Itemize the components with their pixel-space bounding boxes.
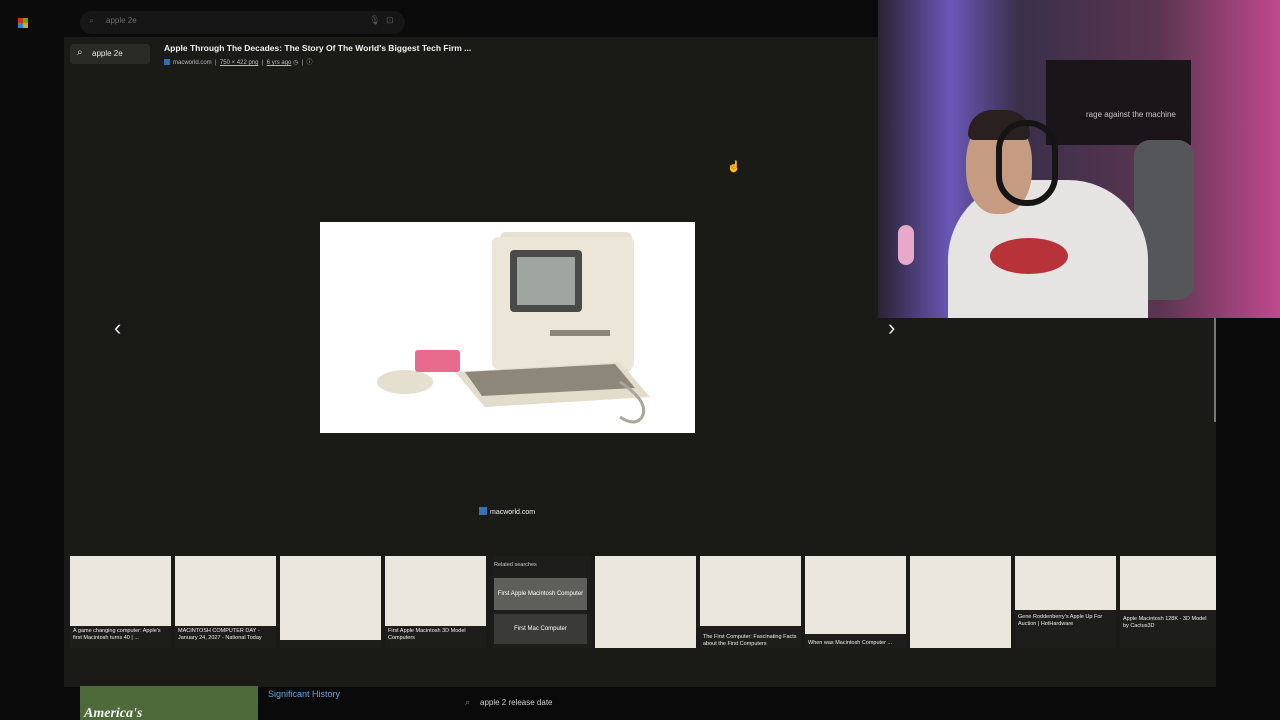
background-search-box[interactable]: ⌕ apple 2e 🎙 ⊡ (80, 11, 405, 34)
thumbnail[interactable]: Apple Macintosh 128K - 3D Model by Cactu… (1120, 556, 1216, 648)
wall-flag-text: rage against the machine (1086, 110, 1176, 119)
thumbnail[interactable]: MACINTOSH COMPUTER DAY - January 24, 202… (175, 556, 276, 648)
thumbnail[interactable]: When was Macintosh Computer ... (805, 556, 906, 648)
meta-age[interactable]: 6 yrs ago (267, 60, 292, 66)
image-meta: macworld.com | 750 × 422 png | 6 yrs ago… (164, 57, 313, 66)
thumbnail-image (70, 556, 171, 626)
thumbnail[interactable] (910, 556, 1011, 648)
background-topbar: ⌕ apple 2e 🎙 ⊡ (0, 0, 878, 40)
thumbnail-image (1015, 556, 1116, 610)
source-badge-label: macworld.com (490, 509, 536, 516)
wall-flag: rage against the machine (1046, 60, 1191, 145)
thumbnail-image (280, 556, 381, 640)
search-icon: ⌕ (89, 15, 95, 25)
related-query-link[interactable]: apple 2 release date (480, 698, 553, 707)
viewer-search-query: apple 2e (92, 49, 123, 58)
site-favicon-icon (479, 507, 487, 515)
webcam-overlay: rage against the machine (878, 0, 1280, 318)
thumbnail[interactable]: First Apple Macintosh 3D Model Computers (385, 556, 486, 648)
section-link[interactable]: Significant History (268, 689, 340, 699)
thumbnail[interactable]: The First Computer: Fascinating Facts ab… (700, 556, 801, 648)
thumbnail[interactable] (595, 556, 696, 648)
related-searches-panel: Related searches First Apple Macintosh C… (493, 556, 591, 648)
thumbnail-caption: MACINTOSH COMPUTER DAY - January 24, 202… (178, 628, 262, 641)
related-searches-header: Related searches (494, 562, 537, 568)
thumbnail-image (1120, 556, 1216, 610)
thumbnail[interactable] (280, 556, 381, 648)
related-search-item[interactable]: First Apple Macintosh Computer (494, 578, 587, 610)
thumbnail[interactable]: Gene Roddenberry's Apple Up For Auction … (1015, 556, 1116, 648)
thumbnail-caption: When was Macintosh Computer ... (808, 640, 893, 646)
history-icon: ◷ (293, 60, 299, 66)
microphone-icon[interactable]: 🎙 (369, 15, 380, 26)
thumbnail-image (805, 556, 906, 634)
info-icon[interactable]: ⓘ (307, 60, 313, 66)
background-image-text: America's (84, 706, 143, 720)
thumbnail-caption: The First Computer: Fascinating Facts ab… (703, 634, 797, 647)
background-search-query: apple 2e (106, 16, 137, 25)
lava-lamp (898, 225, 914, 265)
main-image[interactable] (320, 222, 695, 433)
thumbnail-caption: Apple Macintosh 128K - 3D Model by Cactu… (1123, 616, 1207, 629)
meta-dimensions[interactable]: 750 × 422 png (220, 60, 259, 66)
mouse-pointer-icon: ☝ (727, 161, 741, 173)
thumbnail-image (595, 556, 696, 648)
source-badge[interactable]: macworld.com (479, 507, 535, 516)
next-image-button[interactable]: › (888, 315, 895, 341)
viewer-search-box[interactable]: ⌕ apple 2e (70, 44, 150, 64)
shirt-graphic (990, 238, 1068, 274)
background-image[interactable]: America's (80, 686, 258, 720)
headphones (996, 120, 1058, 206)
thumbnail-caption: A game changing computer: Apple's first … (73, 628, 161, 641)
previous-image-button[interactable]: ‹ (114, 315, 121, 341)
scrollbar[interactable] (1214, 318, 1216, 422)
thumbnail[interactable]: A game changing computer: Apple's first … (70, 556, 171, 648)
thumbnail-image (700, 556, 801, 626)
search-icon: ⌕ (77, 47, 83, 58)
thumbnail-image (385, 556, 486, 626)
site-favicon-icon (164, 59, 170, 65)
thumbnail-image (175, 556, 276, 626)
thumbnail-caption: Gene Roddenberry's Apple Up For Auction … (1018, 614, 1103, 627)
microsoft-logo-icon[interactable] (18, 18, 28, 28)
macintosh-illustration (377, 232, 650, 424)
thumbnail-image (910, 556, 1011, 648)
meta-site[interactable]: macworld.com (173, 60, 212, 66)
visual-search-icon[interactable]: ⊡ (386, 15, 394, 26)
search-icon: ⌕ (465, 697, 471, 707)
thumbnail-caption: First Apple Macintosh 3D Model Computers (388, 628, 466, 641)
image-title[interactable]: Apple Through The Decades: The Story Of … (164, 43, 471, 53)
related-search-item[interactable]: First Mac Computer (494, 614, 587, 644)
